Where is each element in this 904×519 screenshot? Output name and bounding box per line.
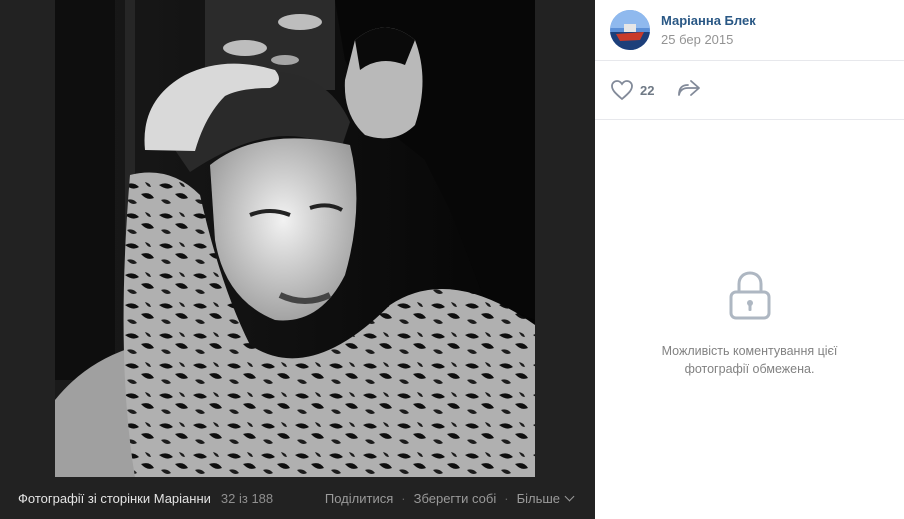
restricted-line-1: Можливість коментування цієї [661, 344, 838, 358]
photo-bottom-bar: Фотографії зі сторінки Маріанни 32 із 18… [0, 477, 595, 519]
photo-viewer: Фотографії зі сторінки Маріанни 32 із 18… [0, 0, 904, 519]
share-arrow-icon [678, 79, 701, 96]
author-header: Маріанна Блек 25 бер 2015 [595, 0, 904, 61]
heart-icon [611, 80, 633, 101]
separator: · [504, 490, 509, 506]
comments-restricted: Можливість коментування цієї фотографії … [595, 270, 904, 378]
album-title[interactable]: Фотографії зі сторінки Маріанни [18, 491, 211, 506]
avatar[interactable] [610, 10, 650, 50]
like-count: 22 [640, 82, 655, 98]
bottom-actions: Поділитися · Зберегти собі · Більше [325, 490, 575, 506]
photo-area: Фотографії зі сторінки Маріанни 32 із 18… [0, 0, 595, 519]
post-date[interactable]: 25 бер 2015 [661, 32, 756, 47]
author-info: Маріанна Блек 25 бер 2015 [661, 13, 756, 47]
photo-actions: 22 [595, 61, 904, 120]
share-button[interactable] [676, 78, 702, 103]
info-panel: Маріанна Блек 25 бер 2015 22 Можливість … [595, 0, 904, 519]
photo-counter: 32 із 188 [220, 490, 274, 506]
more-menu[interactable]: Більше [516, 490, 575, 506]
author-name[interactable]: Маріанна Блек [661, 13, 756, 28]
restricted-line-2: фотографії обмежена. [684, 362, 815, 376]
restricted-message: Можливість коментування цієї фотографії … [595, 342, 904, 378]
save-link[interactable]: Зберегти собі [414, 491, 497, 506]
photo-image [55, 0, 535, 477]
photo[interactable] [55, 0, 535, 477]
like-button[interactable]: 22 [610, 79, 654, 101]
share-link[interactable]: Поділитися [325, 491, 393, 506]
separator: · [401, 490, 406, 506]
more-label: Більше [516, 490, 560, 506]
avatar-image [610, 10, 650, 50]
lock-icon [729, 271, 770, 320]
chevron-down-icon [564, 491, 575, 501]
